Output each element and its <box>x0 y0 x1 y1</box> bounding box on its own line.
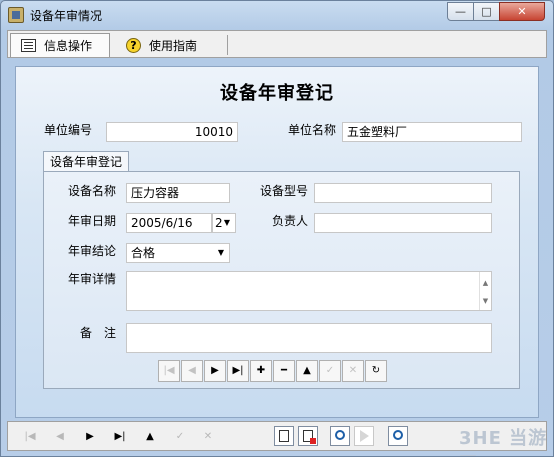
maximize-button[interactable]: □ <box>473 2 500 21</box>
device-model-field[interactable] <box>314 183 492 203</box>
unit-no-field[interactable]: 10010 <box>106 122 238 142</box>
bottom-prev-button[interactable]: ◀ <box>50 427 70 447</box>
post-record-button[interactable]: ✓ <box>319 360 341 382</box>
preview-button[interactable] <box>330 426 350 446</box>
review-date-spinner[interactable]: 2 ▼ <box>212 213 236 233</box>
form-title: 设备年审登记 <box>220 83 334 104</box>
cancel-record-button[interactable]: ✕ <box>342 360 364 382</box>
tab-label: 使用指南 <box>149 38 198 53</box>
play-icon <box>360 430 369 442</box>
owner-label: 负责人 <box>272 214 309 228</box>
first-record-button[interactable]: |◀ <box>158 360 180 382</box>
tab-annual-review[interactable]: 设备年审登记 <box>43 151 129 172</box>
chevron-down-icon: ▼ <box>217 248 225 257</box>
details-scrollbar[interactable]: ▲ ▼ <box>479 272 491 310</box>
print-setup-button[interactable] <box>298 426 318 446</box>
printer-icon <box>279 430 289 442</box>
unit-name-label: 单位名称 <box>288 123 337 137</box>
review-date-field[interactable]: 2005/6/16 <box>126 213 212 233</box>
tab-user-guide[interactable]: ? 使用指南 <box>116 33 228 57</box>
chevron-down-icon: ▼ <box>223 218 231 227</box>
review-date-label: 年审日期 <box>68 214 117 228</box>
details-label: 年审详情 <box>68 272 117 286</box>
unit-no-label: 单位编号 <box>44 123 93 137</box>
bottom-edit-button[interactable]: ▲ <box>140 427 160 447</box>
device-name-label: 设备名称 <box>68 184 117 198</box>
run-button[interactable] <box>354 426 374 446</box>
magnifier-icon <box>335 430 345 440</box>
zoom-preview-button[interactable] <box>388 426 408 446</box>
last-record-button[interactable]: ▶| <box>227 360 249 382</box>
print-mark-icon <box>310 438 316 444</box>
window-title: 设备年审情况 <box>30 9 103 23</box>
scroll-up-icon: ▲ <box>482 279 489 287</box>
minimize-button[interactable]: — <box>447 2 474 21</box>
watermark: 3HE 当游网 <box>459 428 548 456</box>
delete-record-button[interactable]: ━ <box>273 360 295 382</box>
add-record-button[interactable]: ✚ <box>250 360 272 382</box>
conclusion-select[interactable]: 合格 ▼ <box>126 243 230 263</box>
prev-record-button[interactable]: ◀ <box>181 360 203 382</box>
unit-name-field[interactable]: 五金塑料厂 <box>342 122 522 142</box>
next-record-button[interactable]: ▶ <box>204 360 226 382</box>
conclusion-label: 年审结论 <box>68 244 117 258</box>
app-window: 设备年审情况 — □ ✕ 信息操作 ? 使用指南 设备年审登记 单位编号 100… <box>0 0 554 457</box>
app-icon <box>8 7 24 23</box>
bottom-next-button[interactable]: ▶ <box>80 427 100 447</box>
edit-record-button[interactable]: ▲ <box>296 360 318 382</box>
tab-label: 信息操作 <box>44 39 93 53</box>
main-panel: 设备年审登记 单位编号 10010 单位名称 五金塑料厂 设备年审登记 设备名称… <box>15 66 539 418</box>
notes-field[interactable] <box>126 323 492 353</box>
bottom-cancel-button[interactable]: ✕ <box>198 427 218 447</box>
title-bar[interactable]: 设备年审情况 — □ ✕ <box>1 1 553 29</box>
tab-separator <box>227 35 228 55</box>
bottom-first-button[interactable]: |◀ <box>20 427 40 447</box>
details-textarea[interactable]: ▲ ▼ <box>126 271 492 311</box>
owner-field[interactable] <box>314 213 492 233</box>
refresh-record-button[interactable]: ↻ <box>365 360 387 382</box>
annual-review-tab-page: 设备名称 压力容器 设备型号 年审日期 2005/6/16 2 ▼ 负责人 年审… <box>43 171 520 389</box>
notes-label: 备 注 <box>80 326 117 340</box>
close-button[interactable]: ✕ <box>499 2 545 21</box>
print-button[interactable] <box>274 426 294 446</box>
scroll-down-icon: ▼ <box>482 297 489 305</box>
record-navigator: |◀ ◀ ▶ ▶| ✚ ━ ▲ ✓ ✕ ↻ <box>158 360 388 382</box>
bottom-last-button[interactable]: ▶| <box>110 427 130 447</box>
book-icon <box>21 39 36 52</box>
device-name-field[interactable]: 压力容器 <box>126 183 230 203</box>
bottom-post-button[interactable]: ✓ <box>170 427 190 447</box>
help-icon: ? <box>126 37 141 53</box>
top-tab-bar: 信息操作 ? 使用指南 <box>7 30 547 58</box>
tab-info-operation[interactable]: 信息操作 <box>10 33 110 57</box>
conclusion-value: 合格 <box>131 246 156 260</box>
device-model-label: 设备型号 <box>260 184 309 198</box>
magnifier-icon <box>393 430 403 440</box>
